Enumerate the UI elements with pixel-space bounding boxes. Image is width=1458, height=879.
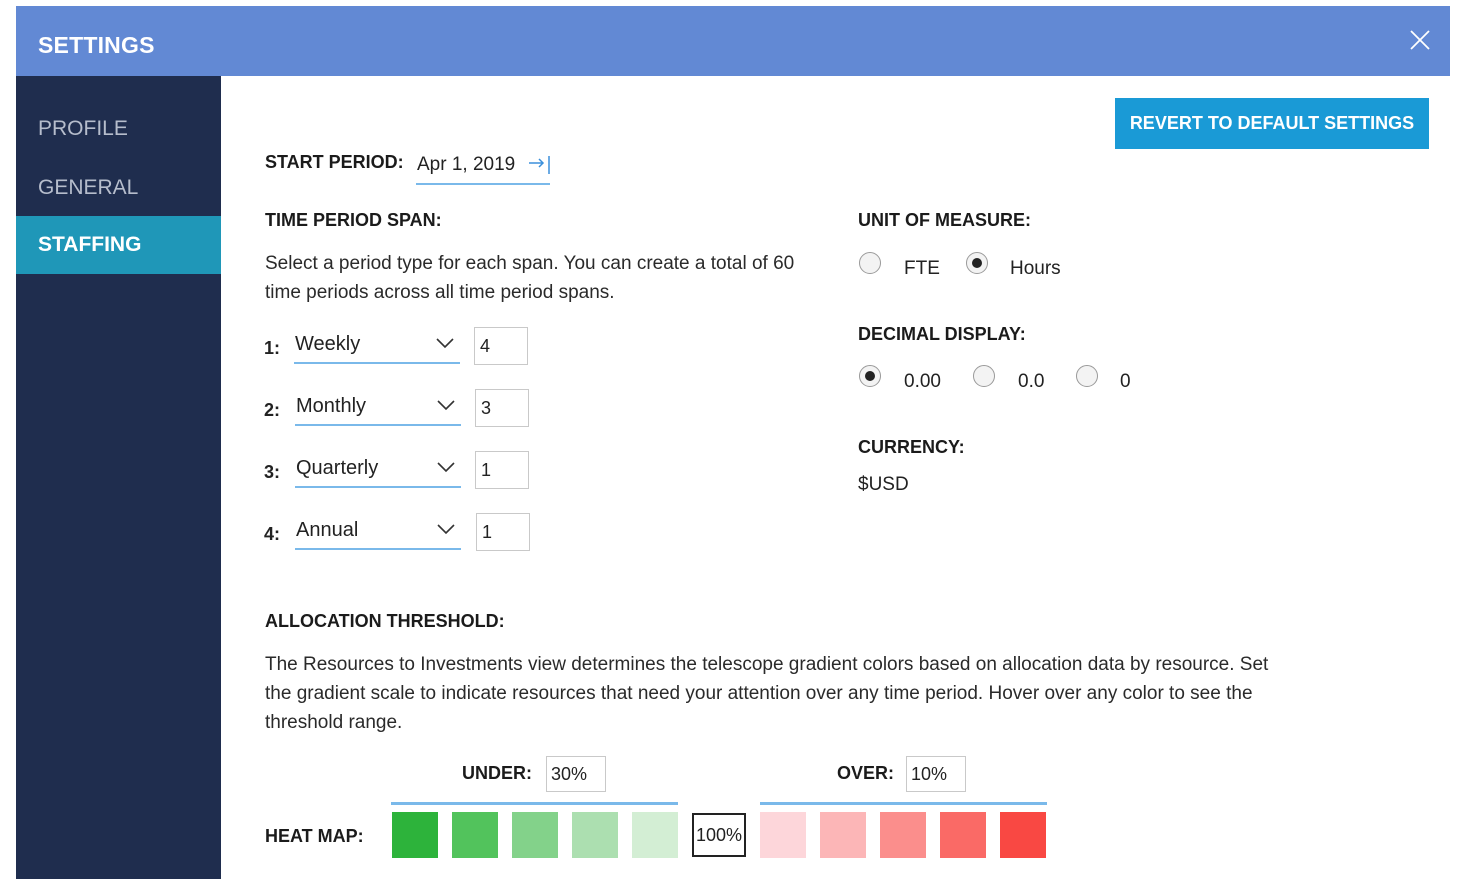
arrow-right-to-bar-icon[interactable] [527, 156, 551, 174]
decimal-2-radio[interactable] [859, 365, 881, 387]
span-row-number: 1: [264, 338, 281, 358]
unit-of-measure-label: UNIT OF MEASURE: [858, 210, 1031, 230]
allocation-description-line: the gradient scale to indicate resources… [265, 683, 1253, 704]
span-2-count-input[interactable]: 3 [475, 389, 529, 427]
span-2-type-select[interactable]: Monthly [295, 390, 461, 426]
over-threshold-input[interactable]: 10% [906, 756, 966, 792]
chevron-down-icon [437, 462, 455, 473]
settings-modal: SETTINGS PROFILE GENERAL STAFFING REVERT… [16, 6, 1450, 879]
heat-map-over-swatch[interactable] [1000, 812, 1046, 858]
time-period-span-label: TIME PERIOD SPAN: [265, 210, 442, 230]
decimal-2-label: 0.00 [904, 371, 941, 392]
span-1-type-value: Weekly [295, 333, 361, 355]
unit-fte-radio[interactable] [859, 252, 881, 274]
chevron-down-icon [436, 338, 454, 349]
unit-fte-label: FTE [904, 258, 940, 279]
span-3-type-select[interactable]: Quarterly [295, 452, 461, 488]
heat-map-under-swatch[interactable] [572, 812, 618, 858]
staffing-content: REVERT TO DEFAULT SETTINGS START PERIOD:… [221, 76, 1450, 879]
span-1-type-select[interactable]: Weekly [294, 328, 460, 364]
revert-to-default-button[interactable]: REVERT TO DEFAULT SETTINGS [1115, 98, 1429, 149]
span-3-type-value: Quarterly [296, 457, 379, 479]
decimal-0-label: 0 [1120, 371, 1131, 392]
start-period-value: Apr 1, 2019 [417, 154, 516, 175]
chevron-down-icon [437, 400, 455, 411]
allocation-description-line: threshold range. [265, 712, 403, 733]
modal-header: SETTINGS [16, 6, 1450, 76]
heat-map-under-swatch[interactable] [452, 812, 498, 858]
sidebar-item-staffing[interactable]: STAFFING [16, 216, 221, 274]
span-row-number: 3: [264, 462, 281, 482]
modal-title: SETTINGS [38, 32, 155, 58]
under-threshold-input[interactable]: 30% [546, 756, 606, 792]
heat-map-under-swatch[interactable] [512, 812, 558, 858]
span-row-number: 4: [264, 524, 281, 544]
settings-sidebar: PROFILE GENERAL STAFFING [16, 76, 221, 879]
span-4-type-select[interactable]: Annual [295, 514, 461, 550]
decimal-1-radio[interactable] [973, 365, 995, 387]
decimal-1-label: 0.0 [1018, 371, 1045, 392]
sidebar-item-general[interactable]: GENERAL [16, 159, 221, 217]
decimal-0-radio[interactable] [1076, 365, 1098, 387]
heat-map-label: HEAT MAP: [265, 826, 364, 846]
currency-value: $USD [858, 474, 909, 495]
over-range-bar [760, 802, 1047, 805]
allocation-description-line: The Resources to Investments view determ… [265, 654, 1269, 675]
unit-hours-radio[interactable] [966, 252, 988, 274]
under-range-bar [391, 802, 678, 805]
decimal-display-label: DECIMAL DISPLAY: [858, 324, 1026, 344]
heat-map-center-value[interactable]: 100% [692, 813, 746, 857]
time-period-span-description: Select a period type for each span. You … [265, 253, 795, 303]
under-label: UNDER: [462, 763, 532, 783]
span-1-count-input[interactable]: 4 [474, 327, 528, 365]
heat-map-under-swatch[interactable] [392, 812, 438, 858]
unit-hours-label: Hours [1010, 258, 1061, 279]
allocation-threshold-label: ALLOCATION THRESHOLD: [265, 611, 505, 631]
chevron-down-icon [437, 524, 455, 535]
start-period-label: START PERIOD: [265, 152, 404, 172]
heat-map-over-swatch[interactable] [820, 812, 866, 858]
span-3-count-input[interactable]: 1 [475, 451, 529, 489]
sidebar-item-profile[interactable]: PROFILE [16, 100, 221, 158]
span-4-type-value: Annual [296, 519, 359, 541]
heat-map-over-swatch[interactable] [760, 812, 806, 858]
heat-map-over-swatch[interactable] [880, 812, 926, 858]
currency-label: CURRENCY: [858, 437, 965, 457]
span-4-count-input[interactable]: 1 [476, 513, 530, 551]
span-2-type-value: Monthly [296, 395, 367, 417]
close-icon[interactable] [1408, 28, 1432, 52]
heat-map-over-swatch[interactable] [940, 812, 986, 858]
over-label: OVER: [837, 763, 895, 783]
heat-map-under-swatch[interactable] [632, 812, 678, 858]
span-row-number: 2: [264, 400, 281, 420]
